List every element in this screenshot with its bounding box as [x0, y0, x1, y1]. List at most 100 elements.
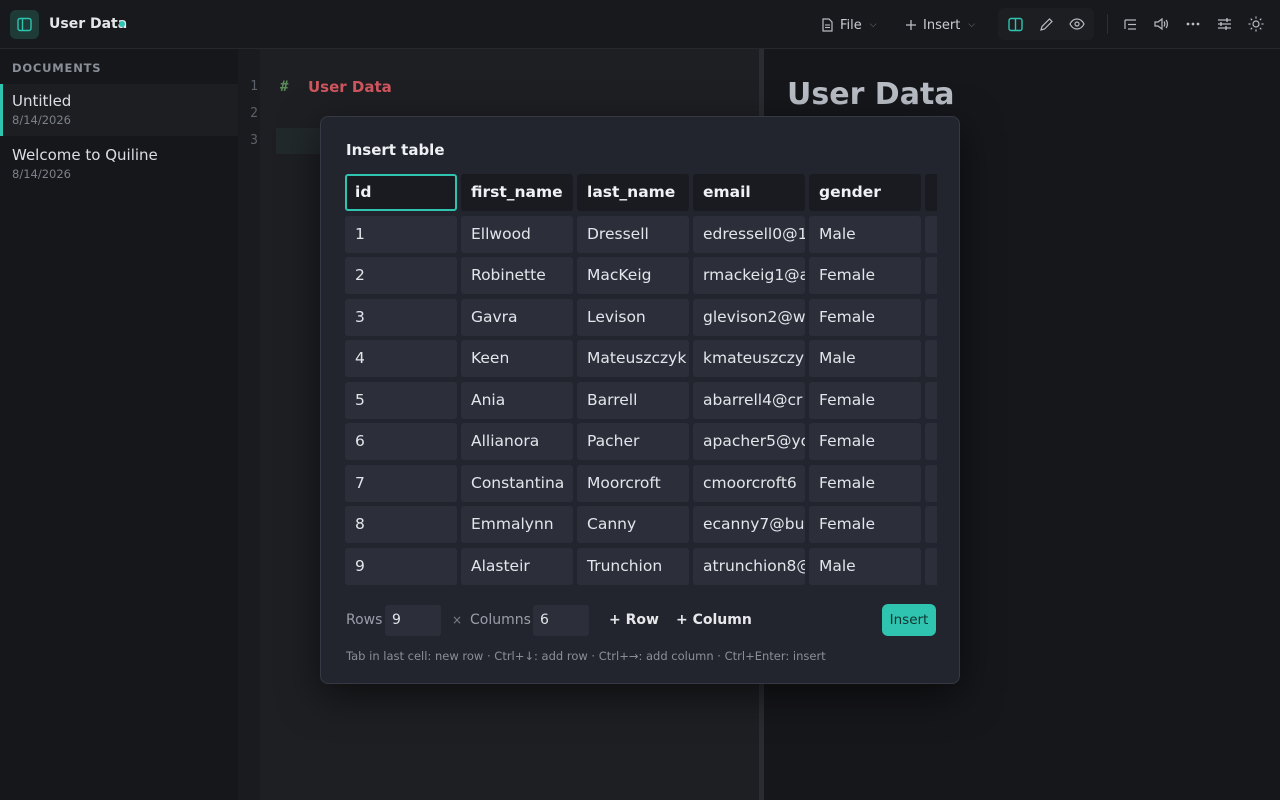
table-cell[interactable]: cmoorcroft6: [693, 465, 805, 502]
speaker-icon: [1153, 17, 1169, 31]
header-cell[interactable]: gender: [809, 174, 921, 211]
insert-table-dialog: Insert table id 1 2 3 4 5 6 7 8 9 first_name Ellwoo…: [320, 116, 960, 684]
file-menu-label: File: [840, 17, 862, 33]
header-cell[interactable]: [925, 174, 937, 211]
settings-button[interactable]: [1213, 13, 1235, 35]
sidebar-toggle-button[interactable]: [10, 10, 39, 39]
table-cell[interactable]: 1: [345, 216, 457, 253]
document-item-date: 8/14/2026: [12, 167, 71, 181]
line-number-gutter: 1 2 3: [238, 49, 260, 800]
table-cell[interactable]: Allianora: [461, 423, 573, 460]
sliders-icon: [1217, 17, 1232, 31]
table-cell[interactable]: Female: [809, 423, 921, 460]
table-cell[interactable]: Male: [809, 216, 921, 253]
add-row-button[interactable]: + Row: [609, 612, 659, 628]
chevron-down-icon: ⌵: [968, 20, 976, 30]
table-cell[interactable]: Emmalynn: [461, 506, 573, 543]
insert-menu-button[interactable]: Insert ⌵: [905, 15, 975, 35]
table-cell[interactable]: rmackeig1@a: [693, 257, 805, 294]
pencil-icon: [1039, 17, 1054, 32]
file-menu-button[interactable]: File ⌵: [821, 15, 877, 35]
table-cell[interactable]: Female: [809, 299, 921, 336]
table-cell[interactable]: abarrell4@cr: [693, 382, 805, 419]
table-cell[interactable]: Barrell: [577, 382, 689, 419]
table-cell[interactable]: Trunchion: [577, 548, 689, 585]
table-cell[interactable]: atrunchion8@: [693, 548, 805, 585]
preview-mode-button[interactable]: [1066, 13, 1088, 35]
document-item-date: 8/14/2026: [12, 113, 71, 127]
table-cell[interactable]: Female: [809, 382, 921, 419]
table-cell[interactable]: Male: [809, 340, 921, 377]
top-bar: User Data File ⌵ Insert ⌵: [0, 0, 1280, 49]
columns-label: Columns: [470, 612, 531, 628]
more-button[interactable]: [1182, 13, 1204, 35]
edit-mode-button[interactable]: [1035, 13, 1057, 35]
table-cell[interactable]: Gavra: [461, 299, 573, 336]
table-cell[interactable]: 4: [345, 340, 457, 377]
table-cell[interactable]: kmateuszczy: [693, 340, 805, 377]
table-cell[interactable]: [925, 257, 937, 294]
table-cell[interactable]: [925, 548, 937, 585]
document-item-welcome[interactable]: Welcome to Quiline 8/14/2026: [0, 138, 238, 190]
rows-label: Rows: [346, 612, 383, 628]
rows-input[interactable]: 9: [385, 605, 441, 636]
insert-button[interactable]: Insert: [882, 604, 936, 636]
table-cell[interactable]: Male: [809, 548, 921, 585]
theme-toggle-button[interactable]: [1245, 13, 1267, 35]
table-cell[interactable]: Female: [809, 465, 921, 502]
table-cell[interactable]: [925, 382, 937, 419]
table-cell[interactable]: Constantina: [461, 465, 573, 502]
table-cell[interactable]: Dressell: [577, 216, 689, 253]
table-cell[interactable]: glevison2@w: [693, 299, 805, 336]
split-view-button[interactable]: [1004, 13, 1026, 35]
table-cell[interactable]: Robinette: [461, 257, 573, 294]
outline-button[interactable]: [1119, 13, 1141, 35]
header-cell[interactable]: email: [693, 174, 805, 211]
chevron-down-icon: ⌵: [869, 20, 877, 30]
table-cell[interactable]: [925, 506, 937, 543]
table-cell[interactable]: 7: [345, 465, 457, 502]
table-cell[interactable]: Female: [809, 506, 921, 543]
outline-icon: [1123, 18, 1138, 31]
table-cell[interactable]: Ellwood: [461, 216, 573, 253]
add-column-button[interactable]: + Column: [676, 612, 752, 628]
read-aloud-button[interactable]: [1150, 13, 1172, 35]
table-cell[interactable]: [925, 216, 937, 253]
eye-icon: [1069, 18, 1085, 30]
table-cell[interactable]: Mateuszczyk: [577, 340, 689, 377]
table-cell[interactable]: Ania: [461, 382, 573, 419]
table-cell[interactable]: Moorcroft: [577, 465, 689, 502]
columns-input[interactable]: 6: [533, 605, 589, 636]
table-cell[interactable]: 9: [345, 548, 457, 585]
table-cell[interactable]: 3: [345, 299, 457, 336]
table-cell[interactable]: Levison: [577, 299, 689, 336]
table-cell[interactable]: 2: [345, 257, 457, 294]
document-item-untitled[interactable]: Untitled 8/14/2026: [0, 84, 238, 136]
table-cell[interactable]: Female: [809, 257, 921, 294]
table-cell[interactable]: apacher5@yo: [693, 423, 805, 460]
header-cell[interactable]: id: [345, 174, 457, 211]
table-cell[interactable]: [925, 465, 937, 502]
table-cell[interactable]: Alasteir: [461, 548, 573, 585]
table-cell[interactable]: ecanny7@bu: [693, 506, 805, 543]
table-cell[interactable]: Keen: [461, 340, 573, 377]
table-cell[interactable]: 6: [345, 423, 457, 460]
table-cell[interactable]: 8: [345, 506, 457, 543]
header-cell[interactable]: last_name: [577, 174, 689, 211]
document-item-name: Welcome to Quiline: [12, 146, 158, 164]
table-cell[interactable]: edressell0@1: [693, 216, 805, 253]
table-cell[interactable]: MacKeig: [577, 257, 689, 294]
table-cell[interactable]: [925, 340, 937, 377]
line-number: 3: [250, 133, 258, 148]
table-cell[interactable]: Pacher: [577, 423, 689, 460]
table-cell[interactable]: 5: [345, 382, 457, 419]
split-view-icon: [1007, 17, 1023, 32]
table-cell[interactable]: [925, 423, 937, 460]
editor-heading-text: User Data: [308, 78, 392, 96]
view-mode-group: [998, 8, 1094, 40]
table-cell[interactable]: [925, 299, 937, 336]
file-icon: [821, 18, 834, 32]
table-cell[interactable]: Canny: [577, 506, 689, 543]
dialog-title: Insert table: [346, 141, 445, 159]
header-cell[interactable]: first_name: [461, 174, 573, 211]
